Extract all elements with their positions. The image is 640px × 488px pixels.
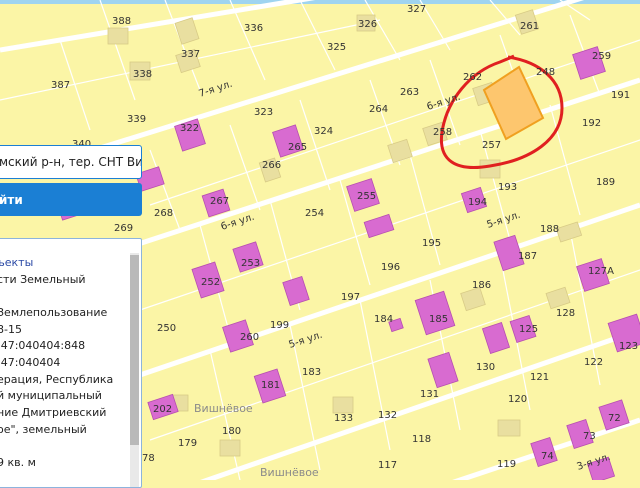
parcel-label: 193 (498, 182, 517, 193)
parcel-label: 123 (619, 341, 638, 352)
parcel-label: 325 (327, 42, 346, 53)
top-border (0, 0, 640, 4)
parcel-label: 269 (114, 223, 133, 234)
object-info-panel: ъекты сти Земельный Землепользование 8-1… (0, 238, 142, 488)
parcel-label: 260 (240, 332, 259, 343)
parcel-label: 258 (433, 127, 452, 138)
find-button[interactable]: йти (0, 183, 142, 216)
parcel-label: 255 (357, 191, 376, 202)
parcel-label: 261 (520, 21, 539, 32)
parcel-label: 181 (261, 380, 280, 391)
info-line: сти Земельный (0, 273, 86, 286)
parcel-label: 387 (51, 80, 70, 91)
parcel-label: 196 (381, 262, 400, 273)
parcel-label: 337 (181, 49, 200, 60)
parcel-label: 202 (153, 404, 172, 415)
parcel-label: 189 (596, 177, 615, 188)
parcel-label: 263 (400, 87, 419, 98)
parcel-label: 388 (112, 16, 131, 27)
parcel-label: 252 (201, 277, 220, 288)
parcel-label: 186 (472, 280, 491, 291)
parcel-label: 326 (358, 19, 377, 30)
info-line: ое", земельный (0, 423, 87, 436)
parcel-label: 72 (608, 413, 621, 424)
parcel-label: 199 (270, 320, 289, 331)
parcel-label: 267 (210, 196, 229, 207)
parcel-label: 192 (582, 118, 601, 129)
parcel-label: 195 (422, 238, 441, 249)
parcel-label: 322 (180, 123, 199, 134)
parcel-label: 133 (334, 413, 353, 424)
parcel-label: 118 (412, 434, 431, 445)
info-title[interactable]: ъекты (0, 256, 33, 269)
parcel-label: 125 (519, 324, 538, 335)
parcel-label: 128 (556, 308, 575, 319)
parcel-label: 336 (244, 23, 263, 34)
parcel-label: 73 (583, 431, 596, 442)
parcel-label: 187 (518, 251, 537, 262)
info-line: :47:040404 (0, 356, 61, 369)
parcel-label: 197 (341, 292, 360, 303)
parcel-label: 183 (302, 367, 321, 378)
place-label: Вишнёвое (260, 466, 319, 479)
parcel-label: 194 (468, 197, 487, 208)
parcel-label: 191 (611, 90, 630, 101)
parcel-label: 117 (378, 460, 397, 471)
parcel-label: 338 (133, 69, 152, 80)
parcel-label: 122 (584, 357, 603, 368)
info-line: й муниципальный (0, 389, 102, 402)
info-line: 9 кв. м (0, 456, 36, 469)
parcel-label: 131 (420, 389, 439, 400)
parcel-label: 119 (497, 459, 516, 470)
parcel-label: 264 (369, 104, 388, 115)
parcel-label: 121 (530, 372, 549, 383)
parcel-label: 184 (374, 314, 393, 325)
parcel-label: 250 (157, 323, 176, 334)
parcel-label: 266 (262, 160, 281, 171)
parcel-label: 257 (482, 140, 501, 151)
parcel-label: 327 (407, 4, 426, 15)
parcel-label: 248 (536, 67, 555, 78)
search-box[interactable] (0, 145, 142, 179)
parcel-label: 74 (541, 451, 554, 462)
info-scroll-thumb[interactable] (130, 255, 139, 445)
parcel-label: 262 (463, 72, 482, 83)
parcel-label: 188 (540, 224, 559, 235)
parcel-label: 180 (222, 426, 241, 437)
parcel-label: 185 (429, 314, 448, 325)
info-scrollbar[interactable] (130, 253, 139, 487)
parcel-label: 127А (588, 266, 614, 277)
parcel-label: 254 (305, 208, 324, 219)
parcel-label: 259 (592, 51, 611, 62)
parcel-label: 268 (154, 208, 173, 219)
parcel-label: 78 (142, 453, 155, 464)
place-label: Вишнёвое (194, 402, 253, 415)
info-line: ерация, Республика (0, 373, 114, 386)
parcel-label: 265 (288, 142, 307, 153)
info-line: 8-15 (0, 323, 22, 336)
parcel-label: 120 (508, 394, 527, 405)
info-line: ние Дмитриевский (0, 406, 107, 419)
search-input[interactable] (0, 146, 141, 178)
parcel-label: 179 (178, 438, 197, 449)
parcel-label: 130 (476, 362, 495, 373)
info-line: :47:040404:848 (0, 339, 86, 352)
parcel-label: 323 (254, 107, 273, 118)
parcel-label: 339 (127, 114, 146, 125)
parcel-label: 132 (378, 410, 397, 421)
parcel-label: 253 (241, 258, 260, 269)
info-line: Землепользование (0, 306, 108, 319)
parcel-label: 324 (314, 126, 333, 137)
